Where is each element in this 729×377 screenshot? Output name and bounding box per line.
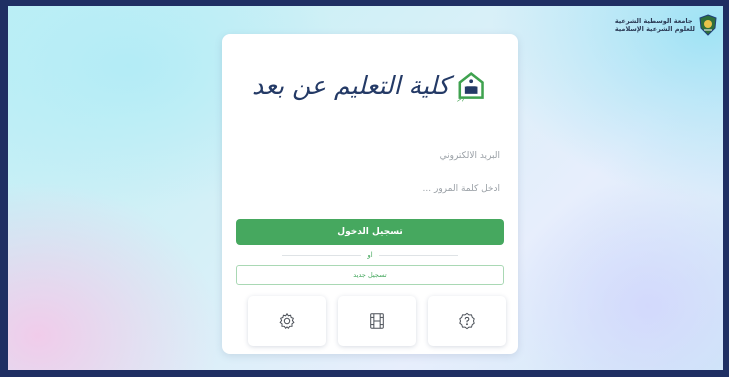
or-label: او [367,251,373,259]
login-button[interactable]: تسجيل الدخول [236,219,504,245]
settings-icon [279,312,295,329]
divider-line [282,254,362,256]
page-viewport: جامعة الوسطية الشرعية للعلوم الشرعية الإ… [8,6,723,370]
window-frame: جامعة الوسطية الشرعية للعلوم الشرعية الإ… [0,0,729,377]
email-field[interactable] [236,145,504,167]
video-tile[interactable] [338,296,416,346]
university-name-line2: للعلوم الشرعية الإسلامية [614,25,695,33]
shield-emblem-icon [699,14,717,36]
or-divider: او [282,250,459,260]
green-book-house-icon [456,72,484,102]
brand-title: كلية التعليم عن بعد [252,70,451,100]
login-card: كلية التعليم عن بعد تسجيل الدخول او تسجي… [222,34,518,354]
film-icon [370,313,384,329]
brand-logo: كلية التعليم عن بعد [252,50,486,120]
university-name-line1: جامعة الوسطية الشرعية [614,17,693,25]
university-name: جامعة الوسطية الشرعية للعلوم الشرعية الإ… [615,17,695,33]
divider-line [378,254,459,256]
quick-links [248,296,506,346]
university-logo[interactable]: جامعة الوسطية الشرعية للعلوم الشرعية الإ… [615,14,717,36]
register-button[interactable]: تسجيل جديد [236,265,504,285]
password-field[interactable] [236,178,504,200]
settings-tile[interactable] [248,296,326,346]
help-icon [459,312,475,330]
help-tile[interactable] [428,296,506,346]
